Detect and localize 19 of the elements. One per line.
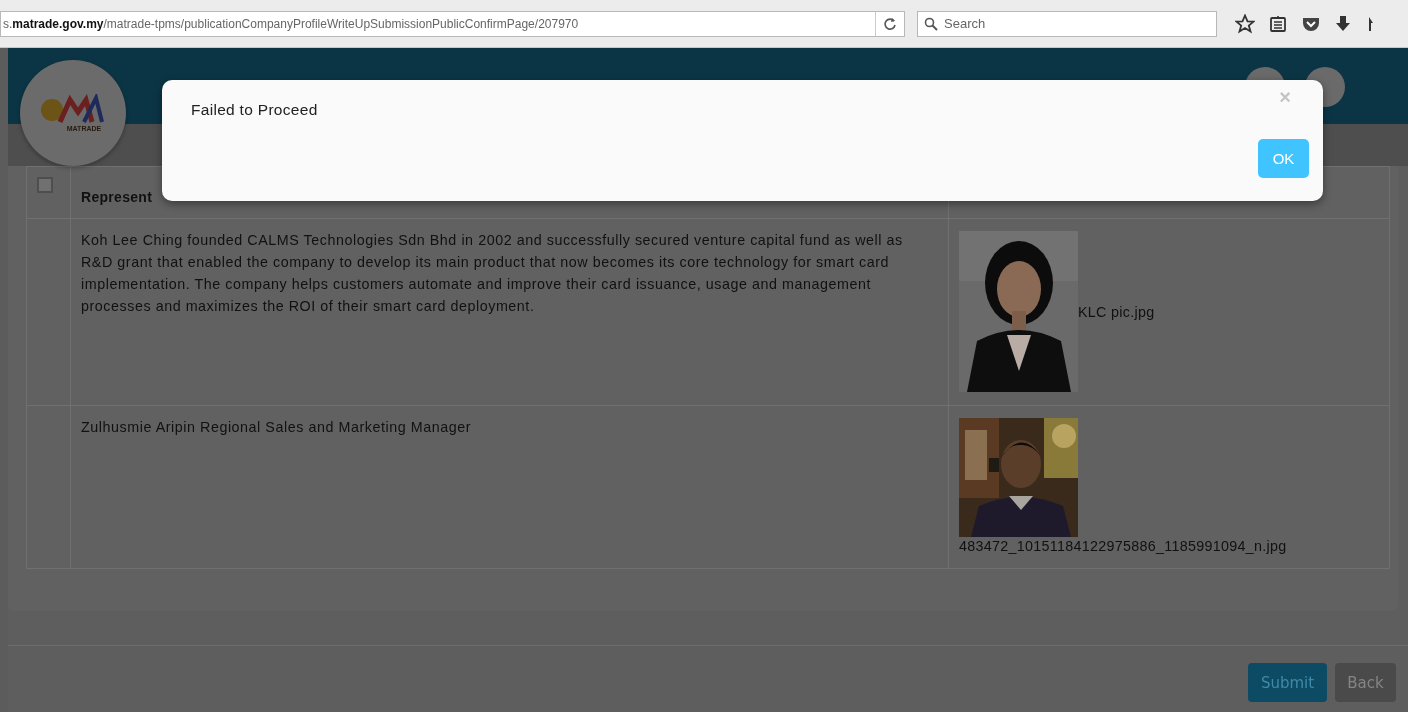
dialog-message: Failed to Proceed xyxy=(191,101,318,119)
ok-button[interactable]: OK xyxy=(1258,139,1309,178)
url-text: s.matrade.gov.my/matrade-tpms/publicationCompanyProfileWriteUpSubmissionPublicConfirmPage/207970 xyxy=(2,16,580,31)
search-icon xyxy=(924,16,938,31)
search-field[interactable]: Search xyxy=(917,10,1217,37)
table-cell: Zulhusmie Aripin Regional Sales and Marketing Manager xyxy=(70,405,949,569)
back-button[interactable]: Back xyxy=(1335,663,1396,702)
checkbox[interactable] xyxy=(37,177,53,193)
table-cell: Koh Lee Ching founded CALMS Technologies Sdn Bhd in 2002 and successfully secured venture capital fund as well as R&D grant that enabled the company to develop its main product that now becomes its core technology for smart card implementation. The company helps customers automate and improve their card issuance, usage and management processes and maximizes the ROI of their smart card deployment. xyxy=(70,218,949,406)
download-icon[interactable] xyxy=(1335,14,1351,33)
submit-button[interactable]: Submit xyxy=(1248,663,1327,702)
close-button[interactable]: × xyxy=(1275,86,1295,109)
star-icon[interactable] xyxy=(1235,13,1255,34)
file-name: KLC pic.jpg xyxy=(1078,303,1155,320)
logo-mark-drawing xyxy=(40,94,106,124)
address-bar[interactable]: s.matrade.gov.my/matrade-tpms/publicationCompanyProfileWriteUpSubmissionPublicConfirmPage/207970 xyxy=(0,10,905,37)
reading-list-icon[interactable] xyxy=(1269,14,1287,33)
reload-icon[interactable] xyxy=(883,16,897,31)
file-name: 483472_10151184122975886_1185991094_n.jpg xyxy=(959,538,1287,555)
